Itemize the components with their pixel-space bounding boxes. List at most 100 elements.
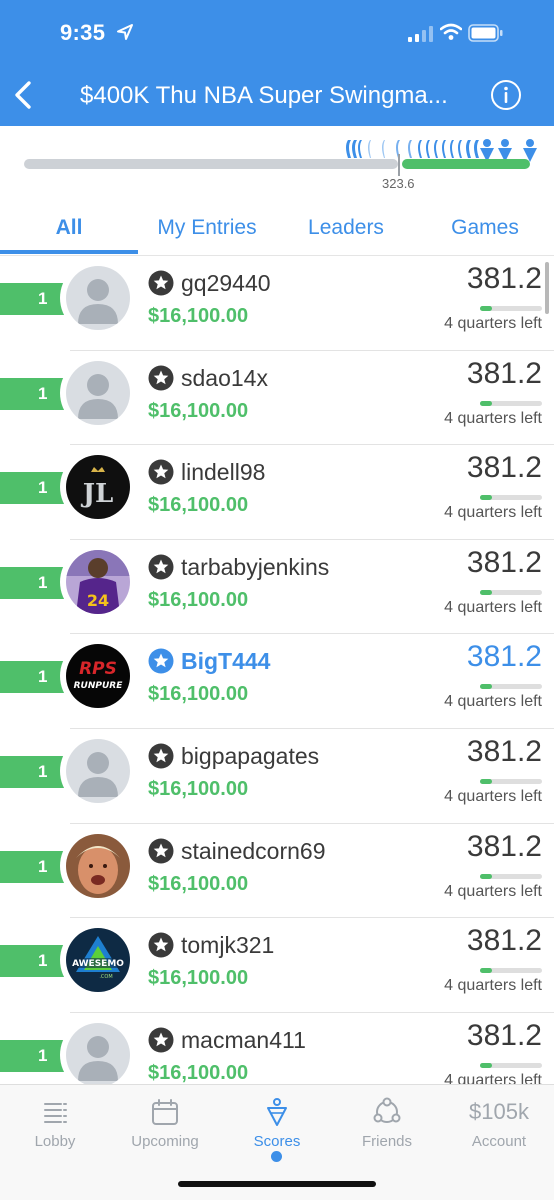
- entry-progress-fill: [480, 1062, 493, 1068]
- entry-username: stainedcorn69: [181, 837, 326, 864]
- rank-badge: 1: [0, 661, 64, 694]
- active-tab-dot: [271, 1151, 282, 1162]
- entry-score: 381.2: [466, 262, 542, 295]
- account-balance: $105k: [469, 1099, 529, 1124]
- entry-progress-fill: [480, 684, 493, 690]
- leaderboard-row[interactable]: 1 JL lindell98 $16,100.00 381.2 4 quarters le…: [0, 445, 554, 540]
- leaderboard-row[interactable]: 1 stainedcorn69 $16,100.00 381.2 4 quarters …: [0, 824, 554, 919]
- avatar-frame: [60, 354, 136, 431]
- field-progress-marker: [398, 154, 400, 176]
- entry-winnings: $16,100.00: [148, 305, 249, 327]
- entry-progress-fill: [480, 306, 493, 311]
- leaderboard-row[interactable]: 1 macman411 $16,100.00 381.2 4 quarters left: [0, 1013, 554, 1084]
- default-avatar[interactable]: [66, 360, 130, 425]
- entry-progress-track: [480, 400, 542, 406]
- entry-progress-track: [480, 306, 542, 311]
- svg-text:RUNPURE: RUNPURE: [74, 681, 124, 691]
- entry-time-left: 4 quarters left: [444, 1071, 542, 1084]
- star-icon: [148, 932, 174, 958]
- default-avatar[interactable]: [66, 739, 130, 803]
- runpure-logo-avatar[interactable]: RPS RUNPURE: [66, 644, 130, 709]
- star-icon: [148, 554, 174, 580]
- star-icon: [148, 365, 174, 391]
- entry-winnings: $16,100.00: [148, 683, 249, 706]
- tab-my-entries[interactable]: My Entries: [138, 216, 276, 240]
- leaderboard-row[interactable]: 1 RPS RUNPURE BigT444 $16,100.00 381.2 4 quart…: [0, 634, 554, 729]
- status-bar: 9:35: [0, 0, 554, 66]
- entry-winnings: $16,100.00: [148, 872, 249, 895]
- field-progress-leader-segment: [402, 159, 530, 169]
- rank-badge: 1: [0, 283, 64, 315]
- friends-icon: [373, 1097, 401, 1123]
- rank-badge: 1: [0, 1039, 64, 1072]
- tabbar-account[interactable]: $105k Account: [444, 1097, 554, 1150]
- tab-games[interactable]: Games: [416, 216, 554, 240]
- tabbar-scores[interactable]: Scores: [222, 1097, 332, 1150]
- entry-username: sdao14x: [181, 364, 268, 391]
- tab-leaders[interactable]: Leaders: [276, 216, 416, 240]
- scores-icon: [267, 1098, 287, 1126]
- tabbar-scores-label: Scores: [253, 1133, 301, 1150]
- list-icon: [44, 1103, 67, 1123]
- avatar-frame: AWESEMO .COM: [60, 922, 136, 999]
- leaderboard-row[interactable]: 1 gq29440 $16,100.00 381.2 4 quarters left: [0, 256, 554, 351]
- svg-text:24: 24: [87, 591, 109, 610]
- avatar-frame: [60, 733, 136, 809]
- entry-time-left: 4 quarters left: [444, 788, 542, 805]
- entry-progress-fill: [480, 968, 493, 974]
- star-icon: [148, 1027, 174, 1053]
- entry-time-left: 4 quarters left: [444, 882, 542, 900]
- entry-progress-track: [480, 968, 542, 974]
- entry-time-left: 4 quarters left: [444, 693, 542, 711]
- entry-score: 381.2: [466, 545, 542, 579]
- star-icon: [148, 459, 174, 485]
- tabbar-lobby[interactable]: Lobby: [0, 1097, 110, 1150]
- tabbar-friends[interactable]: Friends: [332, 1097, 442, 1150]
- entry-progress-fill: [480, 779, 493, 784]
- star-icon: [148, 648, 174, 674]
- entry-progress-track: [480, 495, 542, 501]
- entry-username: macman411: [181, 1026, 306, 1053]
- leaderboard-row[interactable]: 1 sdao14x $16,100.00 381.2 4 quarters left: [0, 351, 554, 446]
- info-icon[interactable]: [490, 79, 522, 111]
- entry-progress-track: [480, 1062, 542, 1068]
- field-progress-area: 323.6: [0, 126, 554, 198]
- svg-text:JL: JL: [81, 479, 114, 509]
- calendar-icon: [152, 1099, 178, 1125]
- star-icon: [148, 743, 174, 769]
- tab-all[interactable]: All: [0, 216, 138, 240]
- star-icon: [148, 838, 174, 864]
- entry-winnings: $16,100.00: [148, 494, 249, 517]
- default-avatar[interactable]: [66, 266, 130, 330]
- leaderboard-list[interactable]: 1 gq29440 $16,100.00 381.2 4 quarters left 1 s…: [0, 256, 554, 1084]
- jl-logo-avatar[interactable]: JL: [66, 455, 130, 520]
- entry-time-left: 4 quarters left: [444, 598, 542, 616]
- entry-progress-fill: [480, 873, 493, 879]
- leaderboard-row[interactable]: 1 24 tarbabyjenkins $16,100.00 381.2 4 quarte…: [0, 540, 554, 635]
- avatar-frame: 24: [60, 543, 136, 620]
- face-photo-avatar[interactable]: [66, 833, 130, 898]
- entry-username: tomjk321: [181, 932, 275, 959]
- nav-bar: $400K Thu NBA Super Swingma...: [0, 66, 554, 126]
- cellular-signal-icon: [408, 26, 433, 42]
- back-chevron-icon[interactable]: [12, 80, 34, 110]
- rank-badge: 1: [0, 850, 64, 883]
- avatar-frame: [60, 827, 136, 904]
- leaderboard-tabs: All My Entries Leaders Games: [0, 198, 554, 256]
- entry-username: tarbabyjenkins: [181, 553, 330, 580]
- active-tab-indicator: [0, 250, 138, 254]
- jersey-24-avatar[interactable]: 24: [66, 549, 130, 614]
- default-avatar[interactable]: [66, 1022, 130, 1084]
- rank-badge: 1: [0, 945, 64, 978]
- avatar-frame: [60, 1016, 136, 1084]
- leaderboard-row[interactable]: 1 bigpapagates $16,100.00 381.2 4 quarters l…: [0, 729, 554, 824]
- entry-winnings: $16,100.00: [148, 778, 249, 800]
- entry-score: 381.2: [466, 924, 542, 958]
- header: 9:35 $400K Thu NBA Super Swingma...: [0, 0, 554, 126]
- leaderboard-row[interactable]: 1 AWESEMO .COM tomjk321 $16,100.00 381.2 4 qua…: [0, 918, 554, 1013]
- tabbar-upcoming[interactable]: Upcoming: [110, 1097, 220, 1150]
- entry-time-left: 4 quarters left: [444, 504, 542, 522]
- entry-score: 381.2: [466, 451, 542, 485]
- awesemo-logo-avatar[interactable]: AWESEMO .COM: [66, 928, 130, 993]
- entry-username: bigpapagates: [181, 743, 320, 769]
